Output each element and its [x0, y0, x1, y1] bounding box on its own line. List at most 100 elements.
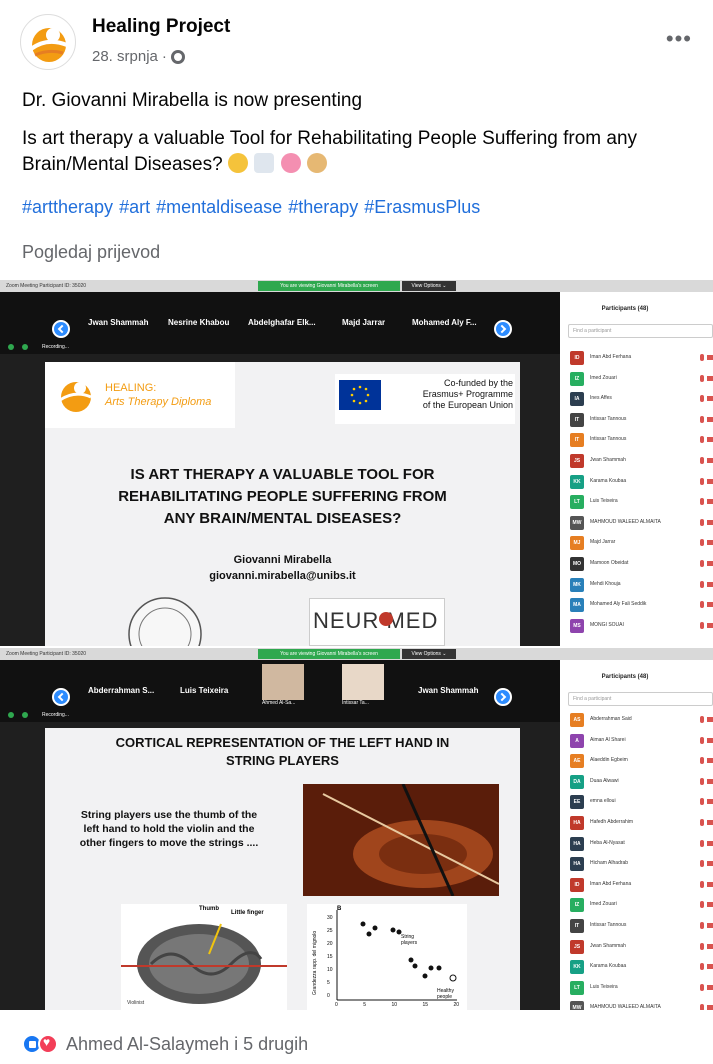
- participant-row: HA Heba Al-Nyasat: [560, 834, 713, 854]
- participant-row: IZ Imed Zouari: [560, 895, 713, 915]
- participant-row: KK Karama Koubaa: [560, 472, 713, 492]
- page-avatar[interactable]: [20, 14, 76, 70]
- participant-row: LT Luis Teixeira: [560, 978, 713, 998]
- participant-row: MA Mohamed Aly Fali Seddik: [560, 595, 713, 615]
- participant-row: KK Karama Koubaa: [560, 957, 713, 977]
- muted-mic-icon: [700, 601, 713, 609]
- video-tile: [342, 664, 384, 700]
- recording-label: Recording...: [42, 712, 69, 718]
- hashtag-link[interactable]: #therapy: [288, 197, 358, 217]
- status-dot-icon: [22, 344, 28, 350]
- neuromed-logo: NEUR MED: [313, 608, 439, 633]
- participant-name: Iman Abd Ferhana: [590, 354, 632, 360]
- reactions-text[interactable]: Ahmed Al-Salaymeh i 5 drugih: [66, 1034, 308, 1055]
- muted-mic-icon: [700, 539, 713, 547]
- hashtag-link[interactable]: #arttherapy: [22, 197, 113, 217]
- muted-mic-icon: [700, 839, 713, 847]
- zoom-screenshot-2: Zoom Meeting Participant ID: 35020 You a…: [0, 648, 713, 1010]
- participant-name: Abderrahman Said: [590, 716, 632, 722]
- prev-arrow-icon: [52, 320, 70, 338]
- participants-panel: Participants (48) Find a participant ID I…: [560, 292, 713, 646]
- participant-row: MK Mehdi Khouja: [560, 575, 713, 595]
- video-tile: [262, 664, 304, 700]
- participant-avatar: ID: [570, 351, 584, 365]
- participant-row: JS Jwan Shammah: [560, 451, 713, 471]
- participant-avatar: DA: [570, 774, 584, 789]
- participant-name: Hafedh Abderrahim: [590, 819, 634, 825]
- muted-mic-icon: [700, 477, 713, 485]
- participant-avatar: JS: [570, 939, 584, 954]
- muted-mic-icon: [700, 395, 713, 403]
- muted-mic-icon: [700, 942, 713, 950]
- participant-name: Hicham Alhadrab: [590, 860, 629, 867]
- post-date[interactable]: 28. srpnja: [92, 48, 158, 65]
- muted-mic-icon: [700, 963, 713, 971]
- participant-avatar: MW: [570, 1001, 584, 1010]
- brain-icon: [280, 153, 301, 173]
- participant-row: HA Hicham Alhadrab: [560, 854, 713, 874]
- muted-mic-icon: [700, 819, 713, 826]
- see-translation-link[interactable]: Pogledaj prijevod: [22, 242, 160, 263]
- hashtag-link[interactable]: #art: [119, 197, 150, 217]
- eu-flag-icon: [339, 380, 381, 410]
- post-header: Healing Project 28. srpnja · •••: [20, 12, 700, 72]
- reactions-bar[interactable]: Ahmed Al-Salaymeh i 5 drugih: [22, 1032, 308, 1056]
- participants-title: Participants (48): [601, 674, 649, 680]
- prev-arrow-icon: [52, 688, 70, 706]
- muted-mic-icon: [700, 457, 713, 464]
- participant-row: DA Duaa Alwawi: [560, 772, 713, 792]
- participant-avatar: LT: [570, 980, 584, 995]
- muted-mic-icon: [700, 580, 713, 588]
- participant-avatar: EE: [570, 795, 584, 810]
- status-dot-icon: [8, 712, 14, 718]
- cross-icon: [379, 612, 393, 626]
- muted-mic-icon: [700, 880, 713, 888]
- post-meta: 28. srpnja ·: [92, 48, 185, 65]
- participant-avatar: MA: [570, 598, 584, 613]
- participant-name: Luis Teixeira: [590, 983, 618, 990]
- participant-search-input: Find a participant: [568, 324, 713, 338]
- participant-row: MO Mamoon Obeidat: [560, 554, 713, 574]
- slide-author: Giovanni Mirabella: [233, 554, 332, 566]
- participant-avatar: AS: [570, 713, 584, 727]
- participant-name: Jwan Shammah: [590, 942, 626, 949]
- muted-mic-icon: [700, 922, 713, 929]
- participant-avatar: IT: [570, 919, 584, 933]
- participant-row: IZ Imed Zouari: [560, 369, 713, 389]
- slide-email: giovanni.mirabella@unibs.it: [209, 570, 356, 582]
- viewing-banner: You are viewing Giovanni Mirabella's scr…: [258, 281, 400, 291]
- participant-row: AS Abderrahman Said: [560, 710, 713, 730]
- participant-avatar: MO: [570, 557, 584, 571]
- participant-name: Heba Al-Nyasat: [590, 839, 625, 846]
- muted-mic-icon: [700, 777, 713, 785]
- participant-name: emna elloui: [590, 798, 616, 805]
- participant-name: Karama Koubaa: [590, 477, 627, 484]
- post-text-line2: Is art therapy a valuable Tool for Rehab…: [22, 126, 702, 178]
- participant-row: EE emna elloui: [560, 792, 713, 812]
- muted-mic-icon: [700, 757, 713, 765]
- recording-bar: Recording...: [0, 340, 560, 354]
- participant-name: Ines Affes: [590, 395, 612, 402]
- participant-name: Duaa Alwawi: [590, 777, 619, 784]
- hashtag-link[interactable]: #mentaldisease: [156, 197, 282, 217]
- participant-avatar: IA: [570, 392, 584, 407]
- participant-row: LT Luis Teixeira: [560, 492, 713, 512]
- scatter-plot: B String players Healthy people Grandezz…: [307, 904, 467, 1010]
- participant-avatar: KK: [570, 960, 584, 975]
- participant-row: JS Jwan Shammah: [560, 937, 713, 957]
- hashtag-link[interactable]: #ErasmusPlus: [364, 197, 480, 217]
- thinking-face-icon: [227, 153, 248, 173]
- participant-avatar: AE: [570, 754, 584, 769]
- participant-name: Mamoon Obeidat: [590, 560, 629, 566]
- muted-mic-icon: [700, 415, 713, 423]
- participant-name: MONGI SOUAI: [590, 621, 624, 628]
- more-options-button[interactable]: •••: [666, 26, 692, 52]
- participant-avatar: IZ: [570, 371, 584, 386]
- slide-title: IS ART THERAPY A VALUABLE TOOL FOR REHAB…: [118, 466, 447, 527]
- status-dot-icon: [8, 344, 14, 350]
- participant-row: MW MAHMOUD WALEED ALMAITA: [560, 513, 713, 533]
- participant-name: Mehdi Khouja: [590, 580, 621, 587]
- page-name[interactable]: Healing Project: [92, 16, 230, 38]
- participant-avatar: MS: [570, 618, 584, 633]
- video-thumbnails: Jwan Shammah Nesrine Khabou Abdelghafar …: [0, 292, 560, 340]
